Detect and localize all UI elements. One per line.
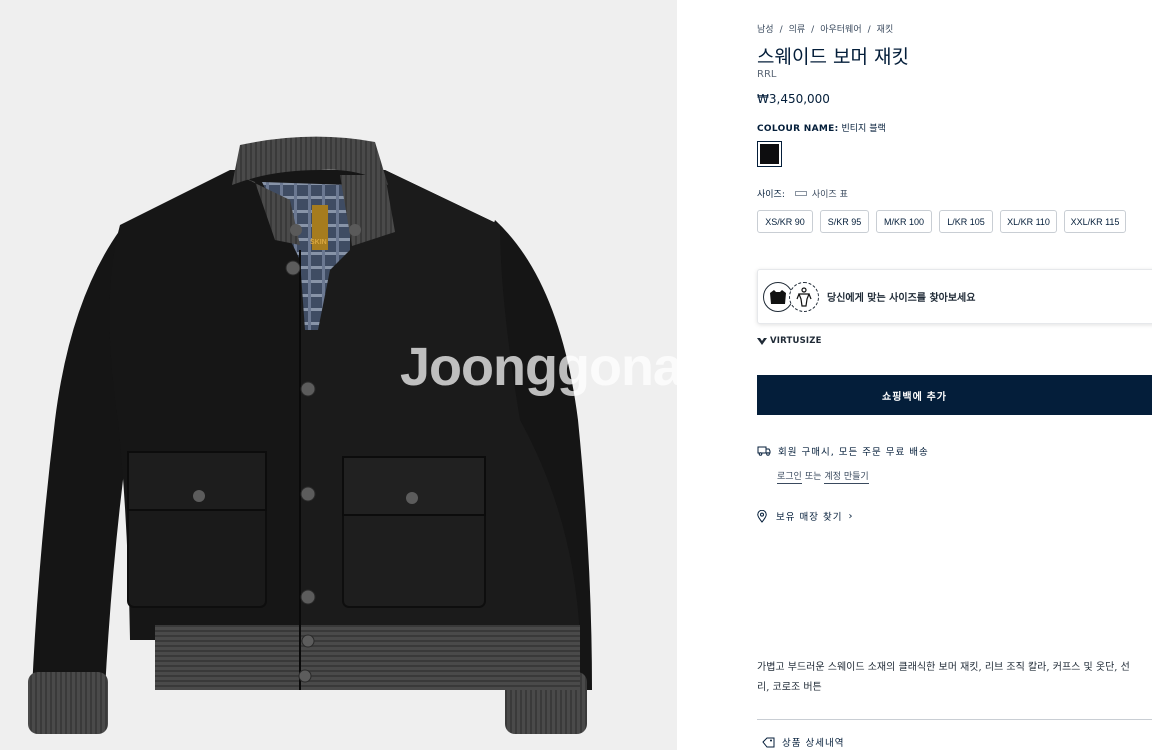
description-line: 리, 코로조 버튼 [757, 682, 822, 693]
size-row: 사이즈: 사이즈 표 [757, 187, 848, 200]
breadcrumb-separator: / [811, 25, 815, 35]
product-price: ₩3,450,000 [757, 92, 830, 106]
or-text: 또는 [804, 472, 822, 482]
size-options: XS/KR 90 S/KR 95 M/KR 100 L/KR 105 XL/KR… [757, 210, 1133, 233]
shipping-text: 회원 구매시, 모든 주문 무료 배송 [778, 447, 929, 458]
location-pin-icon [757, 509, 767, 523]
watermark: Joonggonara [400, 337, 677, 397]
breadcrumb-item-outerwear[interactable]: 아우터웨어 [820, 22, 861, 35]
fit-finder-prompt: 당신에게 맞는 사이즈를 찾아보세요 [827, 293, 976, 304]
breadcrumb-separator: / [779, 25, 783, 35]
size-label: 사이즈: [757, 190, 785, 200]
breadcrumb-item-clothing[interactable]: 의류 [789, 22, 806, 35]
product-details: 남성 / 의류 / 아우터웨어 / 재킷 스웨이드 보머 재킷 RRL ₩3,450,000… [757, 0, 1152, 750]
description-line: 가볍고 부드러운 스웨이드 소재의 클래식한 보머 재킷, 리브 조직 칼라, … [757, 662, 1130, 673]
size-option-s[interactable]: S/KR 95 [820, 210, 869, 233]
breadcrumb: 남성 / 의류 / 아우터웨어 / 재킷 [757, 22, 893, 35]
truck-icon [757, 446, 771, 456]
size-option-xs[interactable]: XS/KR 90 [757, 210, 813, 233]
size-option-l[interactable]: L/KR 105 [939, 210, 993, 233]
product-description: 가볍고 부드러운 스웨이드 소재의 클래식한 보머 재킷, 리브 조직 칼라, … [757, 658, 1152, 698]
login-row: 로그인 또는 계정 만들기 [777, 469, 869, 484]
virtusize-logo: VIRTUSIZE [757, 336, 822, 346]
colour-label: COLOUR NAME: [757, 124, 839, 134]
find-in-store-label: 보유 매장 찾기 [776, 512, 843, 523]
colour-value: 빈티지 블랙 [841, 124, 886, 134]
size-guide-link[interactable]: 사이즈 표 [794, 187, 848, 200]
fit-icons [763, 281, 819, 312]
virtusize-brand: VIRTUSIZE [770, 336, 822, 346]
size-guide-label: 사이즈 표 [811, 190, 848, 200]
body-shape-icon [789, 281, 819, 312]
label-text: SKIN [310, 239, 327, 246]
brand-name: RRL [757, 69, 777, 80]
swatch-fill [760, 144, 779, 164]
product-title: 스웨이드 보머 재킷 [757, 46, 909, 68]
find-in-store-link[interactable]: 보유 매장 찾기 › [757, 509, 853, 523]
colour-row: COLOUR NAME: 빈티지 블랙 [757, 121, 886, 134]
size-option-xxl[interactable]: XXL/KR 115 [1064, 210, 1126, 233]
size-option-m[interactable]: M/KR 100 [876, 210, 932, 233]
free-shipping-info: 회원 구매시, 모든 주문 무료 배송 [757, 444, 929, 458]
product-image[interactable]: SKIN Joonggonara [0, 0, 677, 750]
virtusize-fit-finder[interactable]: 당신에게 맞는 사이즈를 찾아보세요 [757, 269, 1152, 324]
product-details-label: 상품 상세내역 [782, 738, 845, 749]
ruler-icon [794, 191, 807, 196]
size-option-xl[interactable]: XL/KR 110 [1000, 210, 1057, 233]
add-to-bag-button[interactable]: 쇼핑백에 추가 [757, 375, 1152, 415]
breadcrumb-item-jackets[interactable]: 재킷 [877, 22, 894, 35]
colour-swatch-vintage-black[interactable] [757, 141, 782, 167]
login-link[interactable]: 로그인 [777, 472, 802, 484]
breadcrumb-separator: / [867, 25, 871, 35]
virtusize-icon [757, 337, 767, 345]
tag-icon [762, 737, 775, 747]
create-account-link[interactable]: 계정 만들기 [824, 472, 869, 484]
add-to-bag-label: 쇼핑백에 추가 [882, 391, 947, 403]
breadcrumb-item-men[interactable]: 남성 [757, 22, 774, 35]
chevron-right-icon: › [848, 510, 854, 522]
divider [757, 719, 1152, 720]
product-details-toggle[interactable]: 상품 상세내역 [762, 735, 844, 749]
